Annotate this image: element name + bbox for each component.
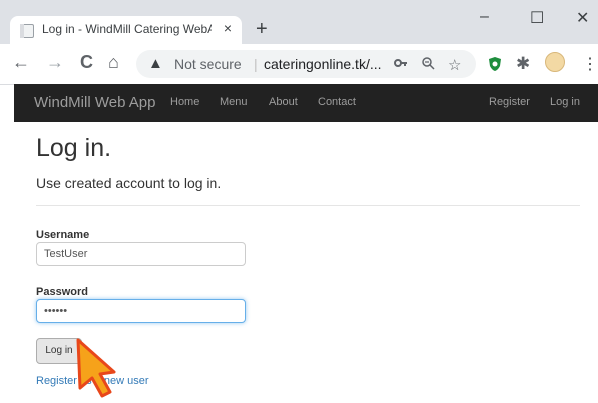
maximize-button[interactable]: ☐ [530,8,544,28]
minimize-button[interactable]: – [480,8,489,26]
username-field[interactable]: TestUser [36,242,246,266]
tab-title: Log in - WindMill Catering WebA [42,22,212,36]
page-title: Log in. [36,134,112,162]
reload-icon[interactable]: C [80,52,93,72]
key-icon[interactable] [394,56,408,73]
bookmark-star-icon[interactable]: ☆ [448,56,461,74]
security-status[interactable]: Not secure [174,56,242,72]
tab-close-icon[interactable]: × [224,20,232,36]
nav-contact[interactable]: Contact [318,96,356,108]
brand[interactable]: WindMill Web App [34,94,155,111]
divider [36,205,580,206]
warning-icon[interactable]: ▲ [148,55,163,72]
url-separator: | [254,56,258,72]
url-text[interactable]: cateringonline.tk/... [264,56,382,72]
back-icon[interactable]: ← [12,52,30,72]
browser-tab-strip: Log in - WindMill Catering WebA × + – ☐ … [0,0,598,44]
home-icon[interactable]: ⌂ [108,52,119,72]
new-tab-button[interactable]: + [256,19,268,39]
password-label: Password [36,286,88,298]
page-icon [20,24,34,38]
mouse-pointer-icon [74,338,126,403]
close-window-button[interactable]: ✕ [576,8,589,28]
username-label: Username [36,229,90,241]
browser-toolbar: ← → C ⌂ ▲ Not secure | cateringonline.tk… [0,44,598,85]
shield-extension-icon[interactable] [488,56,502,76]
page-subtitle: Use created account to log in. [36,175,222,191]
password-field[interactable]: •••••• [36,299,246,323]
site-navbar: WindMill Web App Home Menu About Contact… [14,84,598,122]
extensions-puzzle-icon[interactable]: ✱ [516,54,530,74]
nav-home[interactable]: Home [170,96,199,108]
forward-icon[interactable]: → [46,52,64,72]
nav-menu[interactable]: Menu [220,96,248,108]
nav-register[interactable]: Register [489,96,530,108]
browser-tab[interactable]: Log in - WindMill Catering WebA × [10,16,242,44]
nav-login[interactable]: Log in [550,96,580,108]
address-bar[interactable]: ▲ Not secure | cateringonline.tk/... ☆ [136,50,476,78]
browser-menu-icon[interactable]: ⋮ [582,54,598,74]
nav-about[interactable]: About [269,96,298,108]
avatar[interactable] [545,52,565,72]
zoom-icon[interactable] [421,56,435,73]
